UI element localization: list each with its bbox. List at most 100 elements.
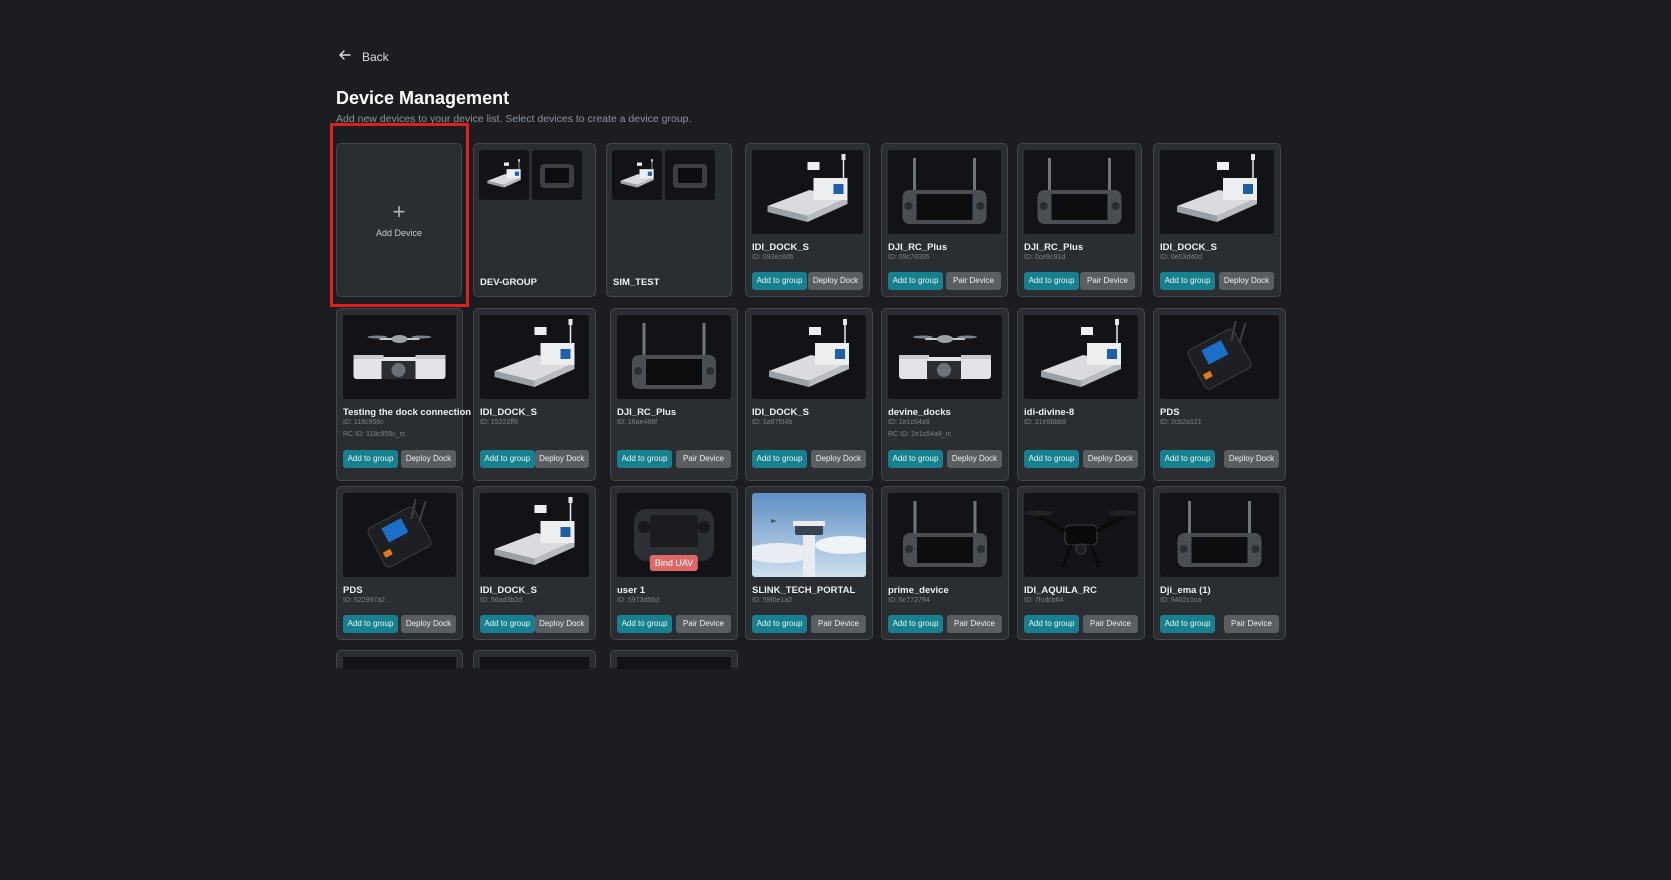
deploy-dock-button[interactable]: Deploy Dock [534,450,589,468]
device-actions: Add to group Pair Device [888,615,1002,633]
device-card[interactable]: IDI_DOCK_S ID: 15222ff6 Add to group Dep… [473,308,596,481]
dock-icon [480,493,589,577]
device-card[interactable]: IDI_DOCK_S ID: 1a97f04b Add to group Dep… [745,308,873,481]
device-card[interactable]: SLINK_TECH_PORTAL ID: 59f0e1a2 Add to gr… [745,486,873,640]
device-card[interactable]: IDI_DOCK_S ID: 56ad3b2d Add to group Dep… [473,486,596,640]
deploy-dock-button[interactable]: Deploy Dock [1219,272,1274,290]
device-id: ID: 59f0e1a2 [752,597,793,604]
device-card[interactable]: Bind UAV user 1 ID: 5973d56d Add to grou… [610,486,738,640]
device-id: ID: 15222ff6 [480,419,519,426]
group-name: DEV-GROUP [480,277,538,288]
deploy-dock-button[interactable]: Deploy Dock [401,615,456,633]
add-to-group-button[interactable]: Add to group [343,615,398,633]
add-device-label: Add Device [375,228,423,238]
pair-device-button[interactable]: Pair Device [1224,615,1279,633]
add-device-card[interactable]: + Add Device [336,143,462,297]
device-name: DJI_RC_Plus [617,407,677,418]
pair-device-button[interactable]: Pair Device [676,615,731,633]
dock-icon [752,150,863,234]
back-button[interactable]: Back [338,48,389,65]
controller-icon [343,657,456,669]
partial-device-card[interactable] [336,650,463,669]
device-card[interactable]: DJI_RC_Plus ID: 0ce9c91d Add to group Pa… [1017,143,1142,297]
device-actions: Add to group Deploy Dock [480,450,589,468]
device-name: DJI_RC_Plus [1024,242,1084,253]
device-name: SLINK_TECH_PORTAL [752,585,856,596]
device-name: IDI_DOCK_S [752,242,810,253]
add-to-group-button[interactable]: Add to group [617,450,672,468]
pair-device-button[interactable]: Pair Device [1080,272,1135,290]
device-card[interactable]: Dji_ema (1) ID: 9402c1ca Add to group Pa… [1153,486,1286,640]
group-card-sim-test[interactable]: SIM_TEST [606,143,732,297]
add-to-group-button[interactable]: Add to group [1024,450,1079,468]
deploy-dock-button[interactable]: Deploy Dock [808,272,863,290]
deploy-dock-button[interactable]: Deploy Dock [811,450,866,468]
bind-uav-badge[interactable]: Bind UAV [649,555,699,571]
device-id: ID: 118c956c [343,419,384,426]
add-to-group-button[interactable]: Add to group [752,450,807,468]
device-actions: Add to group Deploy Dock [752,450,866,468]
pair-device-button[interactable]: Pair Device [946,272,1001,290]
add-to-group-button[interactable]: Add to group [888,450,943,468]
dock-icon [1024,315,1138,399]
device-name: PDS [1160,407,1180,418]
deploy-dock-button[interactable]: Deploy Dock [1224,450,1279,468]
controller-icon [617,657,731,669]
add-to-group-button[interactable]: Add to group [752,615,807,633]
device-card[interactable]: prime_device ID: 6c772794 Add to group P… [881,486,1009,640]
partial-device-card[interactable] [473,650,596,669]
controller-icon [1024,150,1135,234]
dock-icon [752,315,866,399]
device-id: ID: 0e03d40d [1160,254,1203,261]
device-name: Testing the dock connection [343,407,472,418]
device-card[interactable]: DJI_RC_Plus ID: 16ae488f Add to group Pa… [610,308,738,481]
pds-icon [343,493,456,577]
add-to-group-button[interactable]: Add to group [1160,272,1215,290]
deploy-dock-button[interactable]: Deploy Dock [401,450,456,468]
add-to-group-button[interactable]: Add to group [752,272,807,290]
device-name: devine_docks [888,407,951,418]
group-card-dev-group[interactable]: DEV-GROUP [473,143,596,297]
dock-icon [480,315,589,399]
device-card[interactable]: IDI_DOCK_S ID: 093ec8d6 Add to group Dep… [745,143,870,297]
tower-photo [752,493,866,577]
device-card[interactable]: PDS ID: 522997a2 Add to group Deploy Doc… [336,486,463,640]
device-card[interactable]: idi-divine-8 ID: 21e8bbb9 Add to group D… [1017,308,1145,481]
device-card[interactable]: IDI_DOCK_S ID: 0e03d40d Add to group Dep… [1153,143,1281,297]
device-id: ID: 09c78395 [888,254,930,261]
device-card[interactable]: IDI_AQUILA_RC ID: 7fcdcb64 Add to group … [1017,486,1145,640]
pair-device-button[interactable]: Pair Device [947,615,1002,633]
group-name: SIM_TEST [613,277,660,288]
device-actions: Add to group Deploy Dock [1024,450,1138,468]
partial-device-card[interactable] [610,650,738,669]
device-card[interactable]: devine_docks ID: 1e1c64a9 RC ID: 1e1c64a… [881,308,1009,481]
pair-device-button[interactable]: Pair Device [811,615,866,633]
add-to-group-button[interactable]: Add to group [617,615,672,633]
pair-device-button[interactable]: Pair Device [676,450,731,468]
drone-dock-icon [343,315,456,399]
add-to-group-button[interactable]: Add to group [1024,272,1079,290]
add-to-group-button[interactable]: Add to group [1160,450,1215,468]
add-to-group-button[interactable]: Add to group [480,450,535,468]
device-name: IDI_AQUILA_RC [1024,585,1097,596]
drone-icon [480,657,589,669]
add-to-group-button[interactable]: Add to group [888,272,943,290]
deploy-dock-button[interactable]: Deploy Dock [1083,450,1138,468]
deploy-dock-button[interactable]: Deploy Dock [534,615,589,633]
device-actions: Add to group Pair Device [1024,615,1138,633]
add-to-group-button[interactable]: Add to group [343,450,398,468]
device-name: IDI_DOCK_S [480,407,538,418]
device-card[interactable]: DJI_RC_Plus ID: 09c78395 Add to group Pa… [881,143,1008,297]
add-to-group-button[interactable]: Add to group [1160,615,1215,633]
device-card[interactable]: Testing the dock connection ID: 118c956c… [336,308,471,481]
device-actions: Add to group Deploy Dock [1160,272,1274,290]
remote-icon: Bind UAV [617,493,731,577]
device-actions: Add to group Pair Device [617,615,731,633]
device-card[interactable]: PDS ID: 2cb2a121 Add to group Deploy Doc… [1153,308,1286,481]
add-to-group-button[interactable]: Add to group [888,615,943,633]
deploy-dock-button[interactable]: Deploy Dock [947,450,1002,468]
pair-device-button[interactable]: Pair Device [1083,615,1138,633]
add-to-group-button[interactable]: Add to group [1024,615,1079,633]
device-actions: Add to group Deploy Dock [752,272,863,290]
add-to-group-button[interactable]: Add to group [480,615,535,633]
